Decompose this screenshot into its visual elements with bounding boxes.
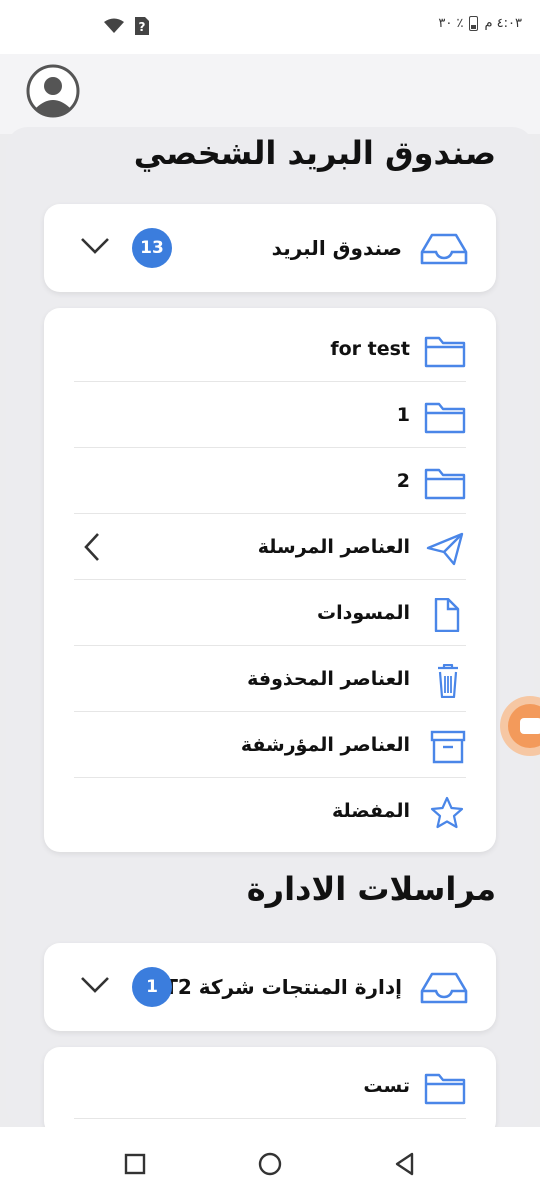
archive-icon: [430, 730, 466, 764]
mailbox-label: إدارة المنتجات شركة T2: [164, 975, 402, 999]
admin-mailbox-card[interactable]: إدارة المنتجات شركة T2 1: [44, 943, 496, 1031]
sent-items-label: العناصر المرسلة: [257, 536, 410, 558]
clock: ٤:٠٣ م: [484, 16, 522, 31]
inbox-tray-icon: [420, 972, 468, 1004]
star-icon: [430, 796, 464, 829]
unread-count-badge: 13: [132, 228, 172, 268]
drafts-row[interactable]: المسودات: [74, 580, 466, 646]
chevron-left-icon[interactable]: [82, 532, 102, 562]
folder-label: تست: [363, 1075, 410, 1097]
trash-icon: [438, 664, 458, 698]
status-info-right: ٣٠ ٪ ٤:٠٣ م: [438, 16, 522, 31]
status-bar: ? ٣٠ ٪ ٤:٠٣ م: [0, 0, 540, 54]
folder-label: 1: [396, 404, 410, 426]
home-icon[interactable]: [257, 1151, 283, 1177]
wifi-icon: [104, 18, 124, 33]
admin-folders-list: تست: [44, 1047, 496, 1137]
favorites-row[interactable]: المفضلة: [74, 778, 466, 844]
battery-percent: ٣٠ ٪: [438, 16, 464, 31]
chevron-down-icon[interactable]: [80, 236, 110, 256]
inbox-tray-icon: [420, 233, 468, 265]
video-camera-icon: [508, 704, 540, 748]
folder-label: 2: [396, 470, 410, 492]
send-icon: [426, 532, 464, 566]
personal-folders-list: for test 1 2 العناصر المرسلة المسودات ال…: [44, 308, 496, 852]
deleted-items-row[interactable]: العناصر المحذوفة: [74, 646, 466, 712]
personal-mailbox-card[interactable]: صندوق البريد 13: [44, 204, 496, 292]
recent-apps-icon[interactable]: [122, 1151, 148, 1177]
mailbox-label: صندوق البريد: [271, 236, 402, 260]
folder-row[interactable]: 1: [74, 382, 466, 448]
folder-icon: [424, 336, 466, 368]
drafts-label: المسودات: [317, 602, 410, 624]
draft-file-icon: [434, 598, 460, 632]
archived-items-label: العناصر المؤرشفة: [240, 734, 410, 756]
deleted-items-label: العناصر المحذوفة: [247, 668, 410, 690]
sent-items-row[interactable]: العناصر المرسلة: [74, 514, 466, 580]
unread-count-badge: 1: [132, 967, 172, 1007]
sim-unknown-icon: ?: [135, 17, 149, 35]
user-avatar-icon[interactable]: [26, 64, 80, 118]
folder-row[interactable]: for test: [74, 316, 466, 382]
header: [0, 54, 540, 134]
folder-label: for test: [330, 338, 410, 360]
back-icon[interactable]: [392, 1151, 418, 1177]
folder-icon: [424, 1073, 466, 1105]
battery-icon: [469, 16, 479, 31]
personal-mailbox-title: صندوق البريد الشخصي: [133, 134, 496, 172]
admin-mail-title: مراسلات الادارة: [246, 870, 496, 908]
status-icons-left: ?: [104, 16, 150, 36]
svg-text:?: ?: [139, 20, 146, 34]
system-nav-bar: [0, 1127, 540, 1200]
folder-icon: [424, 468, 466, 500]
folder-row[interactable]: تست: [74, 1053, 466, 1119]
archived-items-row[interactable]: العناصر المؤرشفة: [74, 712, 466, 778]
chevron-down-icon[interactable]: [80, 975, 110, 995]
folder-row[interactable]: 2: [74, 448, 466, 514]
favorites-label: المفضلة: [331, 800, 410, 822]
folder-icon: [424, 402, 466, 434]
